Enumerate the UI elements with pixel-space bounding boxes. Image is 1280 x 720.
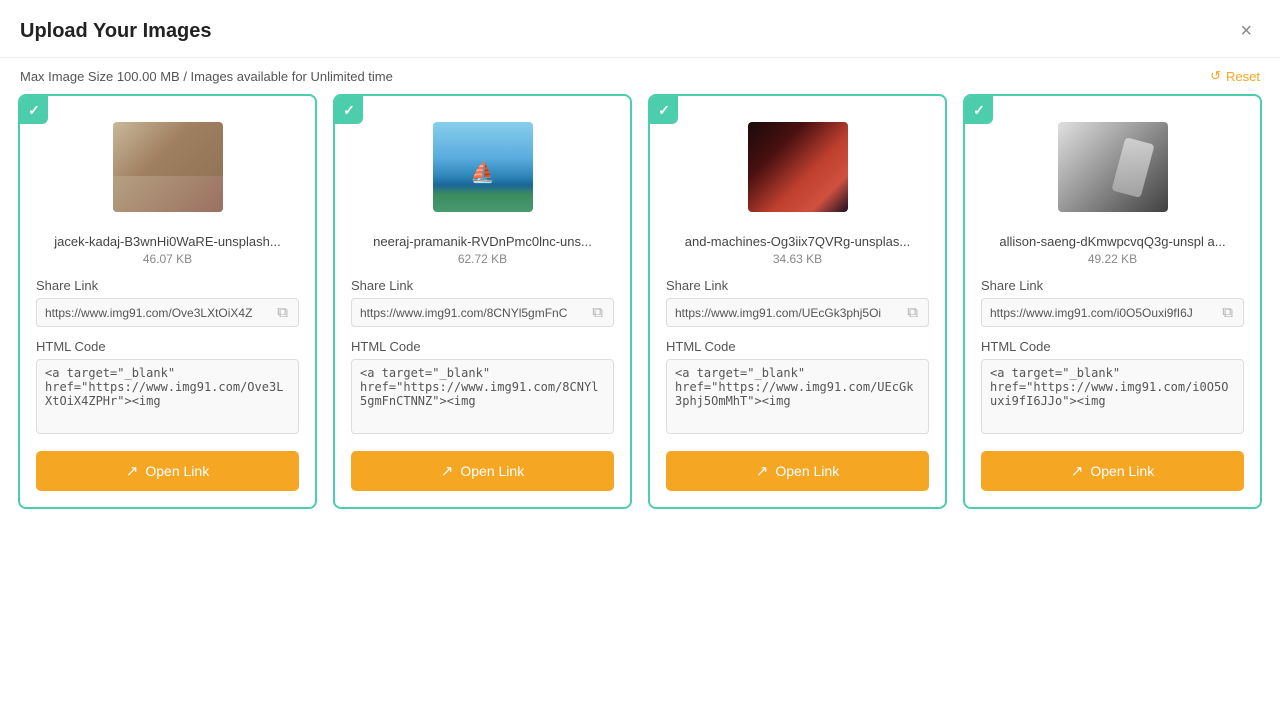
filesize-1: 46.07 KB	[36, 252, 299, 266]
share-link-label-1: Share Link	[36, 278, 299, 293]
share-link-wrap-4: https://www.img91.com/i0O5Ouxi9fI6J ⧉	[981, 298, 1244, 327]
cards-container: ✓ jacek-kadaj-B3wnHi0WaRE-unsplash... 46…	[0, 94, 1280, 509]
header: Upload Your Images ×	[0, 0, 1280, 58]
filename-2: neeraj-pramanik-RVDnPmc0lnc-uns...	[351, 234, 614, 249]
share-link-wrap-1: https://www.img91.com/Ove3LXtOiX4Z ⧉	[36, 298, 299, 327]
filename-4: allison-saeng-dKmwpcvqQ3g-unspl a...	[981, 234, 1244, 249]
copy-link-button-2[interactable]: ⧉	[590, 304, 605, 321]
page-title: Upload Your Images	[20, 20, 212, 43]
availability: Unlimited time	[311, 69, 393, 84]
html-code-label-1: HTML Code	[36, 339, 299, 354]
html-code-label-3: HTML Code	[666, 339, 929, 354]
image-card-3: ✓ and-machines-Og3iix7QVRg-unsplas... 34…	[648, 94, 947, 509]
share-link-label-3: Share Link	[666, 278, 929, 293]
open-link-icon-2: ↗	[441, 462, 454, 480]
share-link-text-2: https://www.img91.com/8CNYl5gmFnC	[360, 306, 590, 320]
open-link-label-1: Open Link	[145, 463, 209, 479]
open-link-label-4: Open Link	[1090, 463, 1154, 479]
check-badge-2: ✓	[335, 96, 363, 124]
copy-link-button-3[interactable]: ⧉	[905, 304, 920, 321]
open-link-icon-1: ↗	[126, 462, 139, 480]
open-link-icon-3: ↗	[756, 462, 769, 480]
thumbnail-4	[1058, 122, 1168, 212]
image-card-1: ✓ jacek-kadaj-B3wnHi0WaRE-unsplash... 46…	[18, 94, 317, 509]
subheader-text: Max Image Size	[20, 69, 117, 84]
html-code-area-4[interactable]	[981, 359, 1244, 434]
reset-label: Reset	[1226, 69, 1260, 84]
check-badge-3: ✓	[650, 96, 678, 124]
filesize-2: 62.72 KB	[351, 252, 614, 266]
thumbnail-1	[113, 122, 223, 212]
open-link-icon-4: ↗	[1071, 462, 1084, 480]
filename-3: and-machines-Og3iix7QVRg-unsplas...	[666, 234, 929, 249]
thumbnail-3	[748, 122, 848, 212]
open-link-label-2: Open Link	[460, 463, 524, 479]
image-wrap-4	[981, 112, 1244, 222]
filesize-3: 34.63 KB	[666, 252, 929, 266]
open-link-button-1[interactable]: ↗ Open Link	[36, 451, 299, 491]
html-code-label-2: HTML Code	[351, 339, 614, 354]
share-link-text-1: https://www.img91.com/Ove3LXtOiX4Z	[45, 306, 275, 320]
open-link-button-4[interactable]: ↗ Open Link	[981, 451, 1244, 491]
share-link-text-4: https://www.img91.com/i0O5Ouxi9fI6J	[990, 306, 1220, 320]
html-code-area-3[interactable]	[666, 359, 929, 434]
open-link-button-3[interactable]: ↗ Open Link	[666, 451, 929, 491]
image-card-2: ✓ neeraj-pramanik-RVDnPmc0lnc-uns... 62.…	[333, 94, 632, 509]
open-link-button-2[interactable]: ↗ Open Link	[351, 451, 614, 491]
share-link-label-4: Share Link	[981, 278, 1244, 293]
share-link-wrap-2: https://www.img91.com/8CNYl5gmFnC ⧉	[351, 298, 614, 327]
separator: / Images available for	[180, 69, 311, 84]
share-link-label-2: Share Link	[351, 278, 614, 293]
reset-icon: ↺	[1210, 68, 1221, 84]
image-wrap-2	[351, 112, 614, 222]
max-size: 100.00 MB	[117, 69, 180, 84]
subheader-info: Max Image Size 100.00 MB / Images availa…	[20, 69, 393, 84]
check-badge-1: ✓	[20, 96, 48, 124]
share-link-wrap-3: https://www.img91.com/UEcGk3phj5Oi ⧉	[666, 298, 929, 327]
image-wrap-3	[666, 112, 929, 222]
reset-button[interactable]: ↺ Reset	[1210, 68, 1260, 84]
copy-link-button-1[interactable]: ⧉	[275, 304, 290, 321]
image-card-4: ✓ allison-saeng-dKmwpcvqQ3g-unspl a... 4…	[963, 94, 1262, 509]
thumbnail-2	[433, 122, 533, 212]
close-button[interactable]: ×	[1232, 16, 1260, 47]
filename-1: jacek-kadaj-B3wnHi0WaRE-unsplash...	[36, 234, 299, 249]
html-code-area-2[interactable]	[351, 359, 614, 434]
image-wrap-1	[36, 112, 299, 222]
html-code-label-4: HTML Code	[981, 339, 1244, 354]
html-code-area-1[interactable]	[36, 359, 299, 434]
check-badge-4: ✓	[965, 96, 993, 124]
open-link-label-3: Open Link	[775, 463, 839, 479]
share-link-text-3: https://www.img91.com/UEcGk3phj5Oi	[675, 306, 905, 320]
subheader: Max Image Size 100.00 MB / Images availa…	[0, 58, 1280, 94]
copy-link-button-4[interactable]: ⧉	[1220, 304, 1235, 321]
filesize-4: 49.22 KB	[981, 252, 1244, 266]
